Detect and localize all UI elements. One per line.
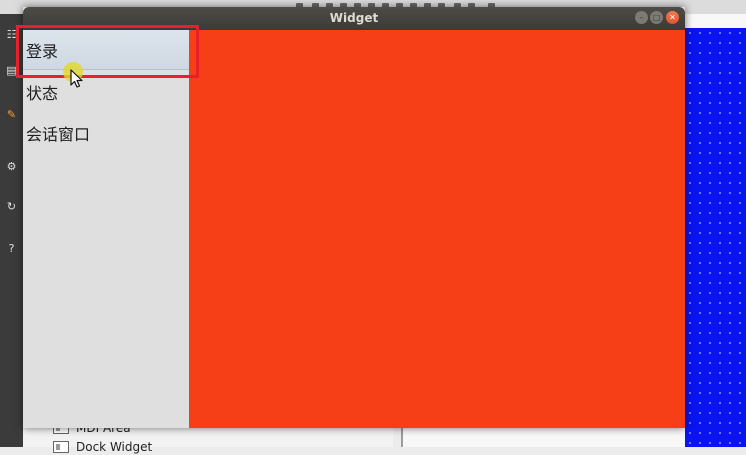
mode-help[interactable]: ? <box>0 242 23 272</box>
minimize-icon: – <box>639 13 644 22</box>
list-item-label: 会话窗口 <box>26 125 91 144</box>
selection-highlight-box <box>16 25 199 78</box>
maximize-button[interactable]: □ <box>650 11 663 24</box>
window-content: 登录 状态 会话窗口 <box>23 30 685 428</box>
mode-current-icon: ✎ <box>6 108 17 121</box>
dock-widget-icon <box>53 441 69 453</box>
widget-box-item-label: Dock Widget <box>76 440 153 454</box>
stacked-page <box>189 30 685 428</box>
list-item-status[interactable]: 状态 <box>23 72 189 112</box>
list-item-chat-window[interactable]: 会话窗口 <box>23 113 189 153</box>
ide-mode-sidebar: ☷ ▤ ✎ ⚙ ↻ ? <box>0 14 23 447</box>
maximize-icon: □ <box>652 13 661 22</box>
mode-project[interactable]: ↻ <box>0 200 23 230</box>
mode-current[interactable]: ✎ <box>0 108 23 138</box>
close-button[interactable]: ✕ <box>666 11 679 24</box>
designer-form-preview[interactable] <box>685 28 746 447</box>
mouse-cursor-icon <box>70 69 83 88</box>
minimize-button[interactable]: – <box>635 11 648 24</box>
mode-debug[interactable]: ⚙ <box>0 160 23 190</box>
mode-debug-icon: ⚙ <box>6 160 17 173</box>
nav-list: 登录 状态 会话窗口 <box>23 30 189 428</box>
mode-help-icon: ? <box>8 242 15 255</box>
list-item-label: 状态 <box>26 84 59 103</box>
close-icon: ✕ <box>669 13 676 22</box>
window-title: Widget <box>329 11 379 25</box>
mode-project-icon: ↻ <box>6 200 17 213</box>
widget-box-item-dock-widget[interactable]: Dock Widget <box>53 439 152 455</box>
